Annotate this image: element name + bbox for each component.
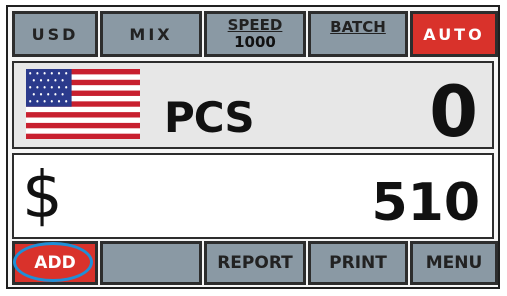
currency-label: USD <box>31 24 79 44</box>
add-button[interactable]: ADD <box>12 241 98 285</box>
top-bar: USD MIX SPEED 1000 BATCH AUTO <box>12 11 498 57</box>
menu-label: MENU <box>425 253 483 273</box>
counter-display: USD MIX SPEED 1000 BATCH AUTO PCS 0 $ 51… <box>6 5 500 289</box>
speed-button[interactable]: SPEED 1000 <box>204 11 306 57</box>
amount-panel: $ 510 <box>12 153 494 239</box>
mode-button[interactable]: MIX <box>100 11 202 57</box>
batch-button[interactable]: BATCH <box>308 11 408 57</box>
print-label: PRINT <box>329 253 387 273</box>
pcs-panel: PCS 0 <box>12 61 494 153</box>
blank-button[interactable] <box>100 241 202 285</box>
speed-label: SPEED <box>227 16 283 34</box>
speed-value: 1000 <box>234 33 276 51</box>
batch-label: BATCH <box>330 18 386 36</box>
us-flag-icon <box>26 69 140 139</box>
pcs-count: 0 <box>429 71 478 153</box>
print-button[interactable]: PRINT <box>308 241 408 285</box>
amount-value: 510 <box>371 173 480 233</box>
mode-label: MIX <box>129 24 173 44</box>
menu-button[interactable]: MENU <box>410 241 498 285</box>
dollar-sign: $ <box>22 159 63 233</box>
bottom-bar: ADD REPORT PRINT MENU <box>12 241 498 285</box>
report-button[interactable]: REPORT <box>204 241 306 285</box>
add-label: ADD <box>34 253 76 273</box>
report-label: REPORT <box>217 253 293 273</box>
currency-button[interactable]: USD <box>12 11 98 57</box>
pcs-label: PCS <box>164 93 255 142</box>
auto-label: AUTO <box>423 24 485 44</box>
auto-button[interactable]: AUTO <box>410 11 498 57</box>
